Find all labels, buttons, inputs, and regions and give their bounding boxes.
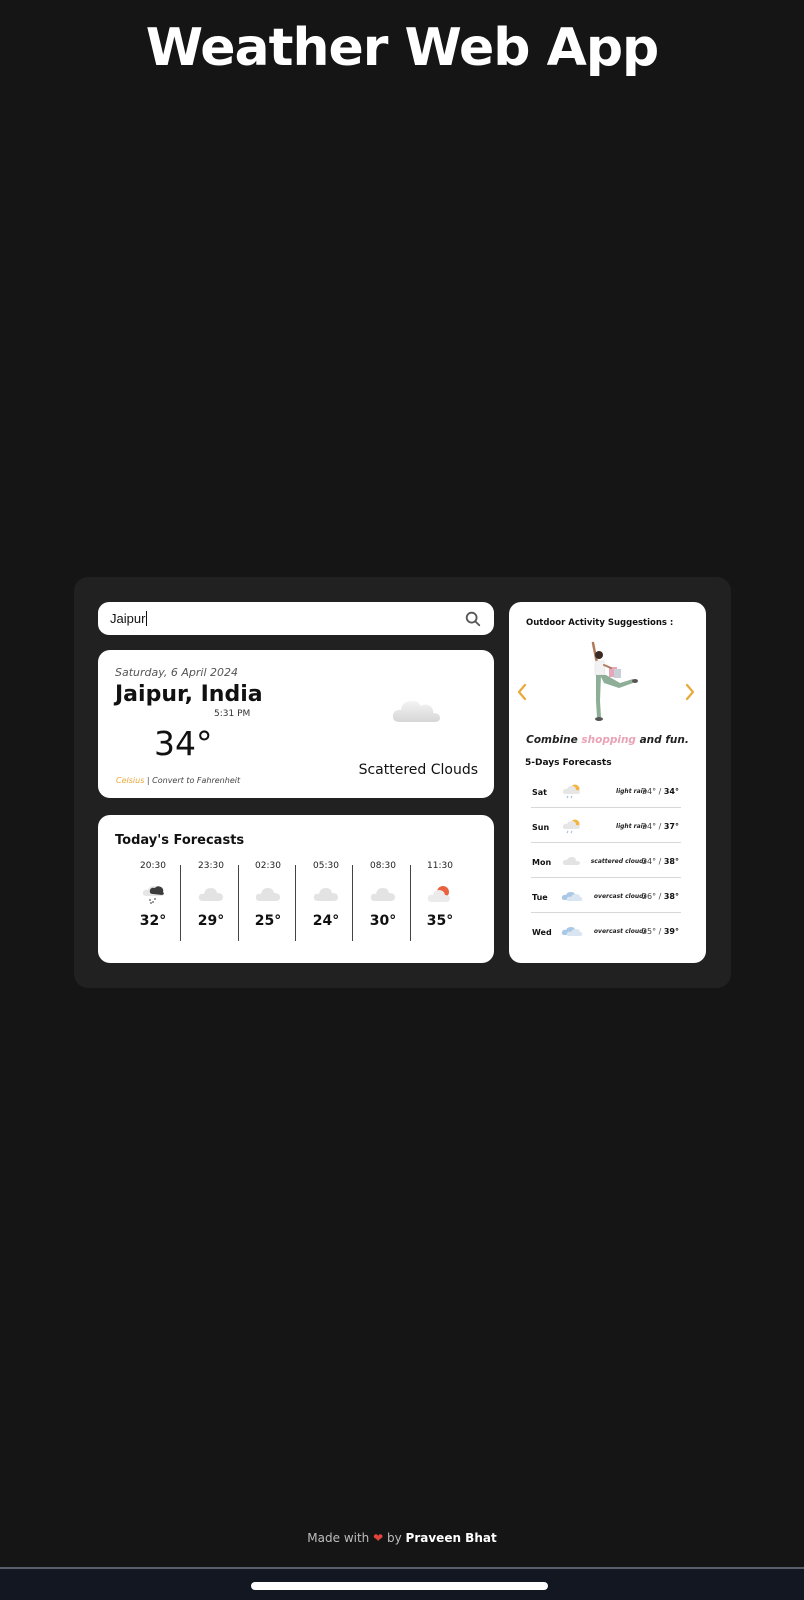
side-card: Outdoor Activity Suggestions : Combine s…: [509, 602, 706, 963]
search-bar[interactable]: Jaipur: [98, 602, 494, 635]
hour-time: 02:30: [255, 861, 281, 871]
hour-temperature: 25°: [254, 913, 282, 929]
unit-separator: |: [144, 776, 153, 785]
hour-temperature: 30°: [369, 913, 397, 929]
hour-divider: [180, 865, 181, 941]
cloud-icon: [562, 857, 580, 865]
current-temperature: 34°: [154, 724, 213, 763]
forecast-max: 39°: [663, 927, 679, 936]
hour-temperature: 32°: [139, 913, 167, 929]
current-city: Jaipur, India: [115, 682, 263, 707]
forecast-min: 26°: [641, 892, 657, 901]
hourly-forecast-item: 23:30 29°: [182, 861, 240, 941]
hour-temperature: 35°: [426, 913, 454, 929]
cloud-icon: [255, 888, 280, 901]
overcast-icon: [561, 892, 583, 901]
unit-toggle: Celsius | Convert to Fahrenheit: [116, 776, 240, 785]
footer-made-with: Made with: [307, 1531, 370, 1545]
search-input-value: Jaipur: [110, 611, 146, 626]
cloud-icon: [370, 888, 395, 901]
chevron-right-icon[interactable]: [683, 682, 697, 702]
activity-caption-post: and fun.: [635, 734, 689, 746]
hourly-forecast-item: 08:30 30°: [354, 861, 412, 941]
forecast-day: Sun: [532, 823, 550, 832]
unit-convert-fahrenheit[interactable]: Convert to Fahrenheit: [152, 776, 240, 785]
unit-celsius[interactable]: Celsius: [116, 776, 144, 785]
five-day-row: Wed overcast clouds 25° / 39°: [531, 914, 681, 948]
forecast-temps: 24° / 34°: [641, 787, 679, 796]
footer-by: by: [387, 1531, 402, 1545]
sun-cloud-icon: [427, 886, 450, 902]
current-time: 5:31 PM: [214, 709, 251, 719]
forecast-day: Tue: [532, 893, 548, 902]
search-input[interactable]: Jaipur: [110, 611, 464, 626]
forecast-max: 37°: [663, 822, 679, 831]
activity-caption-pre: Combine: [526, 734, 582, 746]
chevron-left-icon[interactable]: [515, 682, 529, 702]
forecast-description: scattered clouds: [590, 858, 647, 865]
five-day-title: 5-Days Forecasts: [525, 758, 612, 768]
rain-cloud-icon: [142, 886, 164, 904]
footer-author[interactable]: Praveen Bhat: [406, 1531, 497, 1545]
cloud-icon: [392, 700, 440, 722]
forecast-min: 25°: [641, 927, 657, 936]
current-weather-card: Saturday, 6 April 2024 Jaipur, India 5:3…: [98, 650, 494, 798]
hour-divider: [352, 865, 353, 941]
forecast-temps: 24° / 38°: [641, 857, 679, 866]
activity-caption: Combine shopping and fun.: [509, 734, 706, 746]
text-caret: [146, 611, 148, 626]
activity-caption-highlight: shopping: [581, 734, 636, 746]
footer: Made with ❤ by Praveen Bhat: [0, 1531, 804, 1545]
five-day-row: Sat light rain 24° / 34°: [531, 774, 681, 808]
forecast-min: 24°: [641, 787, 657, 796]
sun-rain-icon: [562, 784, 580, 799]
overcast-icon: [561, 927, 583, 936]
forecast-min: 24°: [641, 822, 657, 831]
home-indicator[interactable]: [251, 1582, 548, 1590]
hour-time: 08:30: [370, 861, 396, 871]
five-day-row: Mon scattered clouds 24° / 38°: [531, 844, 681, 878]
forecast-max: 38°: [663, 857, 679, 866]
current-description: Scattered Clouds: [358, 762, 478, 778]
hour-temperature: 29°: [197, 913, 225, 929]
cloud-icon: [313, 888, 338, 901]
forecast-day: Wed: [532, 928, 552, 937]
forecast-temps: 26° / 38°: [641, 892, 679, 901]
forecast-max: 38°: [663, 892, 679, 901]
hour-time: 23:30: [198, 861, 224, 871]
hour-divider: [295, 865, 296, 941]
today-forecast-title: Today's Forecasts: [115, 833, 245, 848]
search-icon[interactable]: [464, 610, 482, 628]
forecast-description: overcast clouds: [593, 893, 647, 900]
current-date: Saturday, 6 April 2024: [115, 666, 239, 679]
cloud-icon: [198, 888, 223, 901]
forecast-max: 34°: [663, 787, 679, 796]
app-title: Weather Web App: [145, 18, 660, 78]
five-day-row: Sun light rain 24° / 37°: [531, 809, 681, 843]
forecast-description: overcast clouds: [593, 928, 647, 935]
activity-title: Outdoor Activity Suggestions :: [526, 618, 674, 628]
hourly-forecast-item: 05:30 24°: [297, 861, 355, 941]
hour-time: 05:30: [313, 861, 339, 871]
hourly-forecast-item: 11:30 35°: [411, 861, 469, 941]
heart-icon: ❤: [373, 1531, 384, 1545]
forecast-temps: 24° / 37°: [641, 822, 679, 831]
hour-temperature: 24°: [312, 913, 340, 929]
forecast-temps: 25° / 39°: [641, 927, 679, 936]
forecast-min: 24°: [641, 857, 657, 866]
forecast-day: Mon: [532, 858, 552, 867]
sun-rain-icon: [562, 819, 580, 834]
hour-time: 20:30: [140, 861, 166, 871]
activity-illustration: [591, 641, 638, 721]
today-forecast-card: Today's Forecasts 20:30 32° 23:30 29° 02…: [98, 815, 494, 963]
five-day-row: Tue overcast clouds 26° / 38°: [531, 879, 681, 913]
hourly-forecast-item: 20:30 32°: [124, 861, 182, 941]
forecast-day: Sat: [532, 788, 547, 797]
hour-time: 11:30: [427, 861, 453, 871]
hourly-forecast-item: 02:30 25°: [239, 861, 297, 941]
